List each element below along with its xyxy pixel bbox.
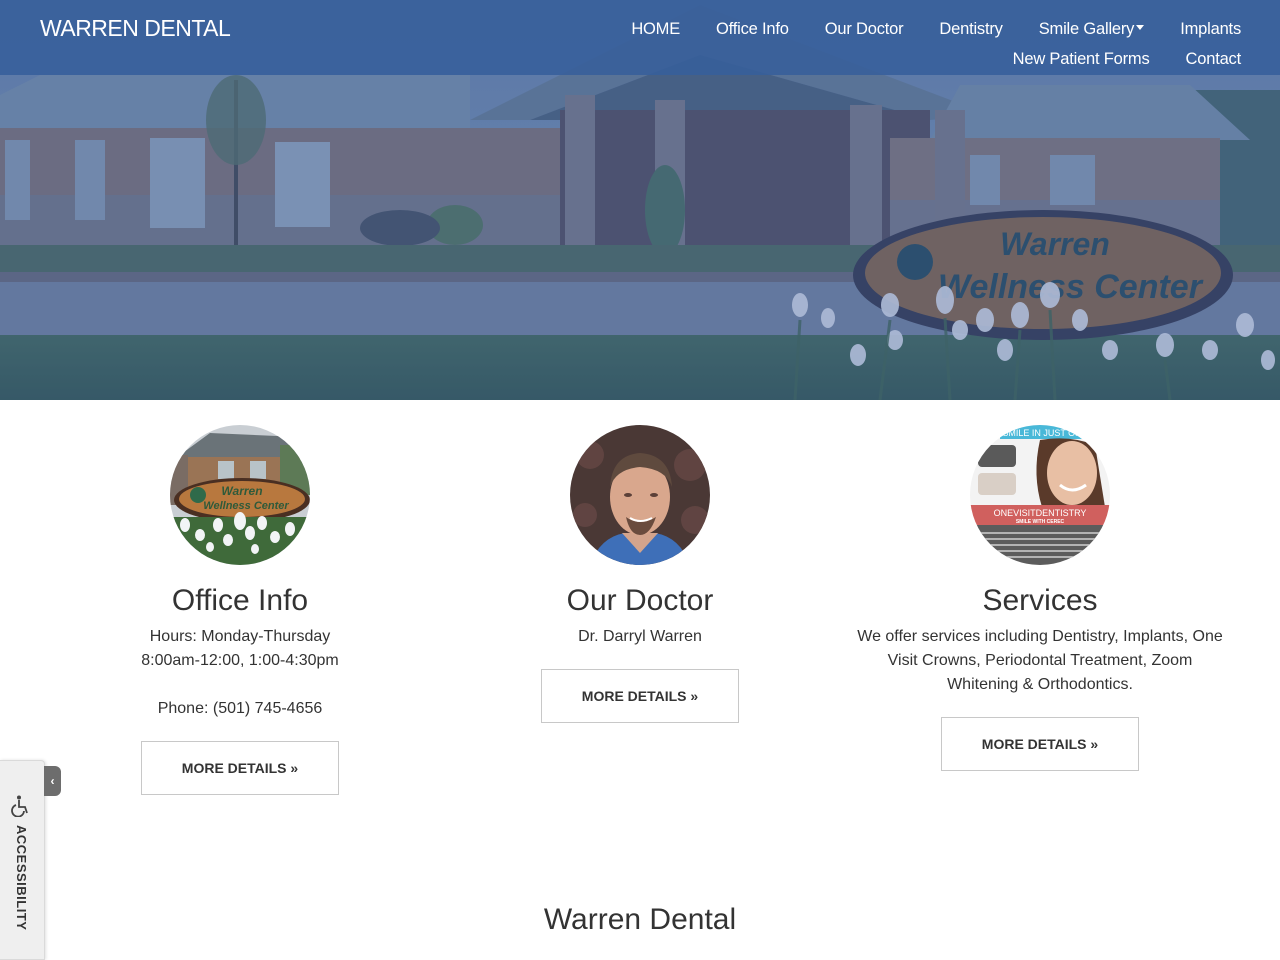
nav-item-smile-gallery-label: Smile Gallery	[1038, 20, 1135, 38]
office-hours-text: Hours: Monday-Thursday 8:00am-12:00, 1:00…	[40, 625, 440, 673]
nav-primary-row: HOME Office Info Our Doctor Dentistry Sm…	[595, 20, 1241, 39]
feature-services: SMILE IN JUST ONE ONEVISITDENTISTRY SMIL…	[840, 425, 1240, 771]
nav-item-implants[interactable]: Implants	[1180, 20, 1241, 39]
nav-item-new-patient-forms[interactable]: New Patient Forms	[1013, 50, 1150, 69]
cerec-top-banner-text: SMILE IN JUST ONE	[1002, 428, 1087, 438]
section-title: Warren Dental	[543, 903, 737, 936]
nav-item-dentistry[interactable]: Dentistry	[939, 20, 1003, 39]
accessibility-collapse-toggle[interactable]: ‹	[44, 766, 61, 796]
svg-text:Wellness Center: Wellness Center	[203, 500, 289, 512]
office-phone-text: Phone: (501) 745-4656	[157, 700, 323, 717]
doctor-portrait-thumbnail[interactable]	[570, 425, 710, 565]
services-more-details-button[interactable]: MORE DETAILS »	[941, 717, 1139, 771]
wheelchair-icon	[11, 795, 28, 817]
office-info-more-details-button[interactable]: MORE DETAILS »	[141, 741, 339, 795]
svg-text:Warren: Warren	[221, 484, 262, 498]
brand-logo-link[interactable]: WARREN DENTAL	[40, 15, 231, 42]
accessibility-label: ACCESSIBILITY	[14, 825, 29, 931]
accessibility-tab[interactable]: ACCESSIBILITY	[0, 760, 45, 960]
office-info-title: Office Info	[171, 584, 309, 617]
services-description: We offer services including Dentistry, I…	[857, 628, 1223, 693]
our-doctor-title: Our Doctor	[566, 584, 714, 617]
nav-item-home[interactable]: HOME	[631, 20, 680, 39]
dropdown-caret-icon	[1136, 25, 1145, 30]
cerec-banner-subtext: SMILE WITH CEREC	[1016, 519, 1065, 525]
feature-office-info: Warren Wellness Center Office Info Hours…	[40, 425, 440, 795]
nav-item-office-info[interactable]: Office Info	[716, 20, 789, 39]
nav-item-our-doctor[interactable]: Our Doctor	[825, 20, 904, 39]
feature-our-doctor: Our Doctor Dr. Darryl Warren MORE DETAIL…	[440, 425, 840, 723]
office-sign-thumbnail[interactable]: Warren Wellness Center	[170, 425, 310, 565]
office-hours-days: Hours: Monday-Thursday	[149, 628, 331, 645]
top-navbar: WARREN DENTAL HOME Office Info Our Docto…	[0, 0, 1280, 75]
services-title: Services	[982, 584, 1098, 617]
nav-item-contact[interactable]: Contact	[1186, 50, 1242, 69]
office-hours-times: 8:00am-12:00, 1:00-4:30pm	[141, 652, 339, 669]
doctor-name-text: Dr. Darryl Warren	[578, 628, 702, 645]
nav-secondary-row: New Patient Forms Contact	[977, 50, 1242, 69]
cerec-ad-thumbnail[interactable]: SMILE IN JUST ONE ONEVISITDENTISTRY SMIL…	[970, 425, 1110, 565]
our-doctor-more-details-button[interactable]: MORE DETAILS »	[541, 669, 739, 723]
cerec-banner-text: ONEVISITDENTISTRY	[994, 508, 1087, 518]
nav-item-smile-gallery[interactable]: Smile Gallery	[1039, 20, 1145, 39]
